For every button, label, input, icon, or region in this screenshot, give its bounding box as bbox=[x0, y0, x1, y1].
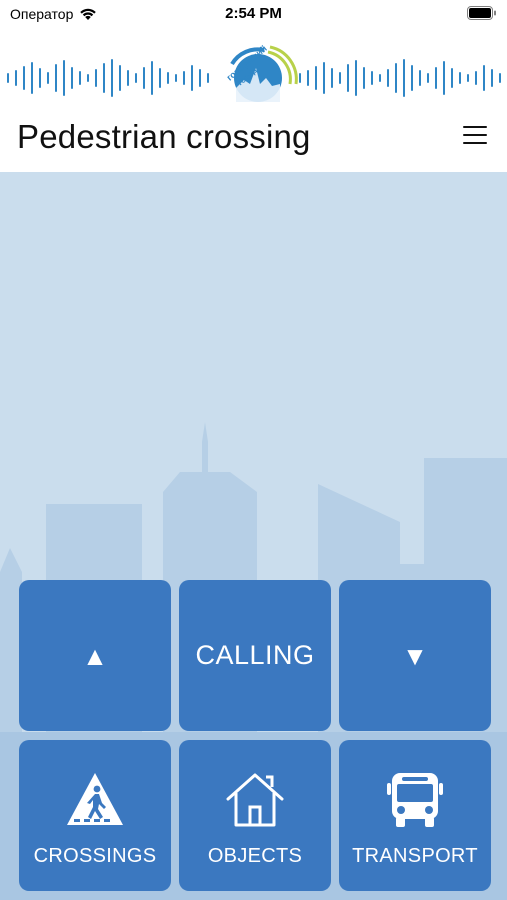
battery-icon bbox=[467, 6, 497, 25]
calling-label: CALLING bbox=[195, 640, 315, 670]
calling-button[interactable]: CALLING bbox=[179, 580, 331, 731]
header: Pedestrian crossing bbox=[0, 112, 507, 172]
page-title: Pedestrian crossing bbox=[17, 118, 311, 155]
crossings-button[interactable]: CROSSINGS bbox=[19, 740, 171, 891]
menu-button[interactable] bbox=[463, 126, 487, 148]
status-time: 2:54 PM bbox=[225, 5, 282, 22]
crossings-label: CROSSINGS bbox=[33, 845, 157, 867]
move-up-button[interactable]: ▲ bbox=[19, 580, 171, 731]
status-bar: Оператор 2:54 PM bbox=[0, 0, 507, 30]
transport-button[interactable]: TRANSPORT bbox=[339, 740, 491, 891]
down-arrow-icon: ▼ bbox=[402, 640, 428, 671]
move-down-button[interactable]: ▼ bbox=[339, 580, 491, 731]
objects-button[interactable]: OBJECTS bbox=[179, 740, 331, 891]
logo-banner: говорящий город bbox=[0, 43, 507, 110]
objects-label: OBJECTS bbox=[207, 845, 303, 867]
up-arrow-icon: ▲ bbox=[82, 640, 108, 671]
control-grid: ▲ CALLING ▼ CROSSINGS OBJECTS TRANSPORT bbox=[19, 580, 491, 892]
transport-label: TRANSPORT bbox=[352, 845, 478, 867]
main-area: ▲ CALLING ▼ CROSSINGS OBJECTS TRANSPORT bbox=[0, 172, 507, 900]
house-icon bbox=[226, 773, 284, 827]
bus-icon bbox=[387, 773, 443, 827]
pedestrian-crossing-icon bbox=[67, 773, 123, 825]
menu-icon bbox=[463, 126, 487, 144]
